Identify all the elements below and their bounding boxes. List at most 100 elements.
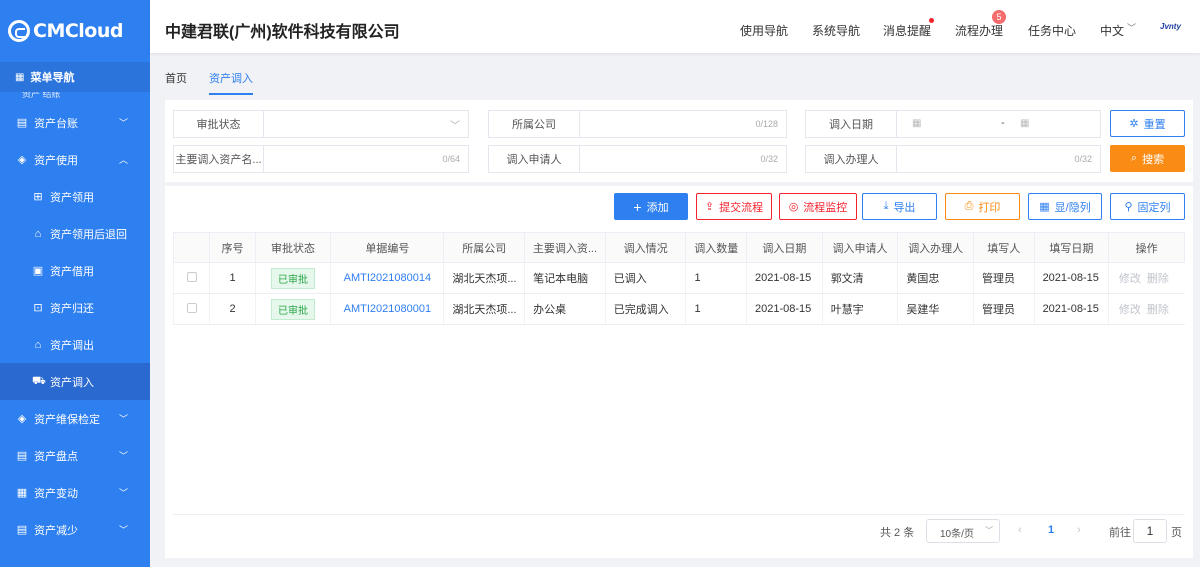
cell-qty: 1	[685, 293, 747, 325]
submit-workflow-label: 提交流程	[719, 201, 764, 214]
cell-qty: 1	[685, 262, 747, 294]
tab-home[interactable]: 首页	[165, 70, 187, 86]
nav-task-center[interactable]: 任务中心	[1028, 22, 1076, 39]
reset-icon: ✲	[1129, 118, 1139, 130]
message-dot-icon	[929, 18, 934, 23]
sidebar-item-label: 资产减少	[34, 524, 78, 537]
sidebar-item-asset-usage[interactable]: ◈ 资产使用 ︿	[0, 141, 150, 178]
language-select[interactable]: 中文	[1100, 22, 1124, 39]
column-header[interactable]: 审批状态	[254, 232, 332, 263]
brand-logo[interactable]: CMCloud	[0, 0, 150, 62]
delete-button[interactable]: 删除	[1147, 273, 1169, 285]
nav-workflow[interactable]: 流程办理	[955, 22, 1003, 39]
row-checkbox[interactable]	[186, 302, 197, 313]
document-code-link[interactable]: AMTI2021080014	[344, 272, 431, 284]
sidebar-item-asset-reduce[interactable]: ▤ 资产减少 ﹀	[0, 511, 150, 548]
export-button[interactable]: ⤓ 导出	[862, 193, 937, 220]
column-header[interactable]: 单据编号	[330, 232, 445, 263]
page-size-value: 10条/页	[940, 529, 974, 540]
column-header[interactable]: 填写人	[973, 232, 1035, 263]
chevron-down-icon: ﹀	[450, 121, 460, 132]
cell-asset: 笔记本电脑	[524, 262, 606, 294]
sidebar-item-asset-inventory[interactable]: ▤ 资产盘点 ﹀	[0, 437, 150, 474]
sidebar-item-asset-transfer-out[interactable]: ⌂ 资产调出	[0, 326, 150, 363]
menu-nav-header[interactable]: ▦ 菜单导航	[0, 62, 150, 92]
table-row[interactable]: 2 已审批 AMTI2021080001 湖北天杰项... 办公桌 已完成调入 …	[172, 293, 1185, 325]
add-button-label: 添加	[646, 201, 669, 214]
char-count: 0/128	[755, 119, 778, 129]
column-header[interactable]: 调入数量	[685, 232, 748, 263]
handler-filter[interactable]: 调入办理人 0/32	[805, 145, 1101, 173]
change-icon: ▦	[16, 487, 28, 499]
reset-button-label: 重置	[1143, 118, 1166, 131]
sidebar-item-asset-maintenance[interactable]: ◈ 资产维保检定 ﹀	[0, 400, 150, 437]
applicant-filter[interactable]: 调入申请人 0/32	[488, 145, 787, 173]
fixed-columns-label: 固定列	[1137, 201, 1171, 214]
sidebar-item-asset-transfer-in[interactable]: ⛟ 资产调入	[0, 363, 150, 400]
column-header[interactable]: 所属公司	[443, 232, 526, 263]
search-icon: ⌕	[1130, 152, 1138, 164]
document-code-link[interactable]: AMTI2021080001	[344, 303, 431, 315]
goto-label: 前往	[1109, 527, 1131, 539]
date-range-filter[interactable]: 调入日期 ▦ - ▦	[805, 110, 1101, 138]
page-size-select[interactable]: 10条/页 ﹀	[926, 519, 1000, 543]
workflow-count-badge: 5	[992, 10, 1006, 24]
sidebar-item-label: 资产台账	[34, 117, 78, 130]
edit-button[interactable]: 修改	[1119, 273, 1141, 285]
column-header[interactable]: 序号	[209, 232, 256, 263]
filter-label: 调入申请人	[489, 146, 580, 172]
nav-system-guide[interactable]: 系统导航	[812, 22, 860, 39]
reset-button[interactable]: ✲ 重置	[1110, 110, 1185, 137]
return-icon: ⌂	[34, 227, 42, 240]
target-icon: ◎	[788, 201, 799, 213]
printer-icon: ⎙	[964, 200, 974, 212]
row-checkbox[interactable]	[186, 271, 197, 282]
cell-date: 2021-08-15	[746, 293, 823, 325]
sidebar-item-label: 资产领用后退回	[50, 228, 127, 241]
prev-page-button[interactable]: ‹	[1018, 524, 1022, 536]
tab-asset-transfer-in[interactable]: 资产调入	[209, 70, 253, 95]
sidebar-item-asset-ledger[interactable]: ▤ 资产台账 ﹀	[0, 104, 150, 141]
chevron-down-icon: ﹀	[1127, 23, 1137, 33]
sidebar-item-asset-receive-return[interactable]: ⌂ 资产领用后退回	[0, 215, 150, 252]
filter-label: 调入办理人	[806, 146, 897, 172]
delete-button[interactable]: 删除	[1147, 304, 1169, 316]
edit-button[interactable]: 修改	[1119, 304, 1141, 316]
column-header[interactable]: 主要调入资...	[524, 232, 606, 263]
inventory-icon: ▤	[16, 450, 28, 462]
reduce-icon: ▤	[16, 524, 28, 536]
status-filter[interactable]: 审批状态 ﹀	[173, 110, 469, 138]
asset-name-filter[interactable]: 主要调入资产名... 0/64	[173, 145, 469, 173]
chevron-down-icon: ﹀	[118, 525, 128, 535]
nav-messages[interactable]: 消息提醒	[883, 22, 931, 39]
column-header[interactable]: 调入日期	[746, 232, 823, 263]
date-separator: -	[1001, 117, 1005, 129]
print-button-label: 打印	[978, 201, 1001, 214]
cell-company: 湖北天杰项...	[443, 262, 525, 294]
toggle-columns-button[interactable]: ▦ 显/隐列	[1028, 193, 1102, 220]
receive-icon: ⊞	[33, 191, 43, 203]
upload-icon: ⇪	[704, 201, 715, 213]
next-page-button[interactable]: ›	[1077, 524, 1081, 536]
add-button[interactable]: + 添加	[614, 193, 688, 220]
column-header[interactable]: 填写日期	[1033, 232, 1110, 263]
print-button[interactable]: ⎙ 打印	[945, 193, 1020, 220]
fixed-columns-button[interactable]: ⚲ 固定列	[1110, 193, 1185, 220]
sidebar-item-asset-change[interactable]: ▦ 资产变动 ﹀	[0, 474, 150, 511]
nav-usage-guide[interactable]: 使用导航	[740, 22, 788, 39]
submit-workflow-button[interactable]: ⇪ 提交流程	[696, 193, 772, 220]
column-header[interactable]: 调入办理人	[897, 232, 975, 263]
goto-page-input[interactable]: 1	[1133, 519, 1167, 543]
menu-nav-label: 菜单导航	[30, 72, 75, 84]
table-row[interactable]: 1 已审批 AMTI2021080014 湖北天杰项... 笔记本电脑 已调入 …	[172, 262, 1185, 294]
workflow-monitor-button[interactable]: ◎ 流程监控	[779, 193, 857, 220]
column-header[interactable]: 调入情况	[604, 232, 687, 263]
column-header[interactable]: 调入申请人	[821, 232, 899, 263]
page-number-current[interactable]: 1	[1048, 524, 1054, 536]
sidebar-item-asset-borrow[interactable]: ▣ 资产借用	[0, 252, 150, 289]
search-button[interactable]: ⌕ 搜索	[1110, 145, 1185, 172]
sidebar-item-asset-giveback[interactable]: ⊡ 资产归还	[0, 289, 150, 326]
company-filter[interactable]: 所属公司 0/128	[488, 110, 787, 138]
sidebar-item-asset-receive[interactable]: ⊞ 资产领用	[0, 178, 150, 215]
avatar[interactable]: Jvnty	[1160, 22, 1181, 31]
